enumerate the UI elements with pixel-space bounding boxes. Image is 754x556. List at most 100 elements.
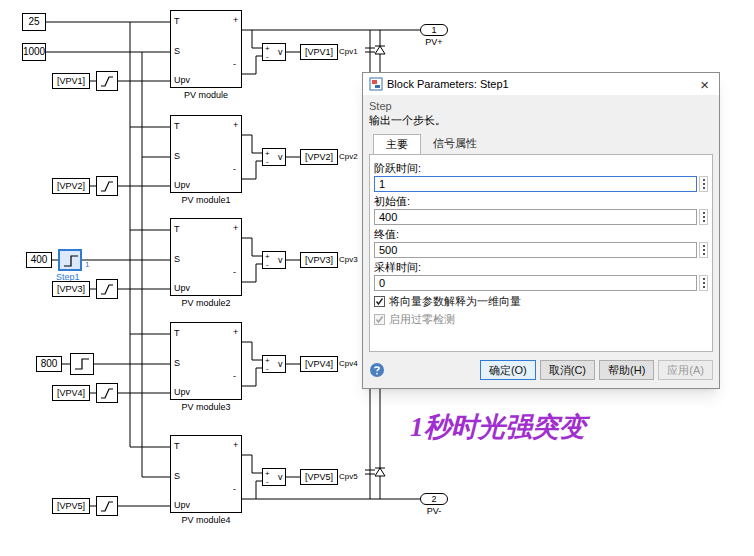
step-block[interactable] — [58, 249, 82, 271]
port-label: S — [174, 359, 180, 368]
port-label: T — [174, 122, 180, 131]
field-menu-icon[interactable] — [699, 209, 708, 225]
port-label: T — [174, 329, 180, 338]
output-label: - — [233, 372, 236, 381]
saturation-block[interactable] — [96, 383, 118, 403]
saturation-block[interactable] — [96, 496, 118, 516]
capacitor-label: Cpv2 — [339, 153, 358, 161]
module-label: PV module3 — [170, 403, 242, 412]
field-label: 终值: — [374, 227, 708, 242]
from-tag[interactable]: [VPV3] — [52, 281, 90, 297]
sensor-unit: v — [278, 48, 283, 57]
field-input[interactable]: 0 — [374, 275, 697, 291]
tab-bar: 主要信号属性 — [369, 134, 713, 154]
voltage-sensor[interactable]: +- v — [262, 355, 286, 373]
constant-block[interactable]: 25 — [22, 13, 46, 31]
constant-block[interactable]: 1000 — [22, 43, 46, 61]
dialog-button[interactable]: 应用(A) — [658, 360, 713, 380]
button-bar: 确定(O)取消(C)帮助(H)应用(A) — [363, 352, 719, 388]
output-label: - — [233, 485, 236, 494]
port-label: S — [174, 47, 180, 56]
from-tag[interactable]: [VPV2] — [52, 178, 90, 194]
voltage-sensor[interactable]: +-v — [262, 148, 286, 166]
pv-module[interactable]: TSUpv+- — [170, 435, 242, 513]
parameters-panel: 阶跃时间:1初始值:400终值:500采样时间:0将向量参数解释为一维向量启用过… — [369, 154, 713, 352]
field-row: 1 — [374, 176, 708, 192]
field-row: 500 — [374, 242, 708, 258]
saturation-block[interactable] — [96, 176, 118, 196]
saturation-icon — [97, 177, 117, 195]
dialog-button[interactable]: 帮助(H) — [599, 360, 654, 380]
block-type: Step — [369, 99, 713, 113]
saturation-icon — [97, 280, 117, 298]
constant-block[interactable]: 800 — [36, 356, 62, 372]
dialog-title: Block Parameters: Step1 — [387, 76, 692, 93]
field-menu-icon[interactable] — [699, 275, 708, 291]
dialog-button[interactable]: 确定(O) — [480, 360, 536, 380]
dialog-body: Step输出一个步长。主要信号属性阶跃时间:1初始值:400终值:500采样时间… — [363, 95, 719, 352]
outport[interactable]: 1 — [420, 24, 448, 36]
pv-module[interactable]: TSUpv+- — [170, 322, 242, 400]
output-label: - — [233, 165, 236, 174]
from-tag[interactable]: [VPV5] — [52, 498, 90, 514]
goto-tag[interactable]: [VPV3] — [300, 252, 338, 268]
checkbox[interactable] — [374, 314, 385, 325]
field-menu-icon[interactable] — [699, 242, 708, 258]
field-row: 0 — [374, 275, 708, 291]
goto-tag[interactable]: [VPV5] — [300, 469, 338, 485]
block-parameters-dialog[interactable]: Block Parameters: Step1×Step输出一个步长。主要信号属… — [362, 72, 720, 389]
port-label: Upv — [174, 76, 190, 85]
step-block[interactable] — [70, 353, 94, 375]
from-tag[interactable]: [VPV1] — [52, 73, 90, 89]
check-icon — [375, 315, 384, 324]
pv-module[interactable]: TSUpv+- — [170, 10, 242, 88]
field-input[interactable]: 500 — [374, 242, 697, 258]
saturation-block[interactable] — [96, 71, 118, 91]
title-bar[interactable]: Block Parameters: Step1 × — [363, 73, 719, 95]
sensor-sign: - — [266, 478, 269, 486]
saturation-icon — [97, 72, 117, 90]
from-tag[interactable]: [VPV4] — [52, 385, 90, 401]
outport[interactable]: 2 — [420, 493, 448, 505]
voltage-sensor[interactable]: +-v — [262, 251, 286, 269]
outport-label: PV- — [420, 507, 448, 516]
capacitor-label: Cpv3 — [339, 256, 358, 264]
saturation-icon — [97, 497, 117, 515]
annotation: 1秒时光强突变 — [410, 414, 586, 441]
sensor-sign: - — [266, 365, 269, 373]
capacitor-label: Cpv4 — [339, 360, 358, 368]
port-label: Upv — [174, 501, 190, 510]
checkbox-row[interactable]: 启用过零检测 — [374, 312, 708, 327]
goto-tag[interactable]: [VPV4] — [300, 356, 338, 372]
module-label: PV module — [170, 91, 242, 100]
goto-tag[interactable]: [VPV1] — [300, 44, 338, 60]
output-label: - — [233, 268, 236, 277]
constant-block[interactable]: 400 — [26, 252, 52, 268]
close-button[interactable]: × — [696, 77, 713, 92]
pv-module[interactable]: TSUpv+- — [170, 115, 242, 193]
step-icon — [73, 356, 91, 372]
checkbox-label: 启用过零检测 — [389, 312, 455, 327]
output-label: - — [233, 60, 236, 69]
field-row: 400 — [374, 209, 708, 225]
sensor-sign: + — [265, 357, 270, 365]
saturation-block[interactable] — [96, 279, 118, 299]
tab[interactable]: 信号属性 — [421, 134, 489, 154]
voltage-sensor[interactable]: +-v — [262, 43, 286, 61]
dialog-button[interactable]: 取消(C) — [540, 360, 595, 380]
field-input[interactable]: 400 — [374, 209, 697, 225]
module-label: PV module1 — [170, 196, 242, 205]
sensor-sign: - — [266, 261, 269, 269]
tab[interactable]: 主要 — [373, 134, 421, 154]
help-icon[interactable] — [369, 362, 385, 378]
port-label: T — [174, 17, 180, 26]
checkbox[interactable] — [374, 296, 385, 307]
checkbox-row[interactable]: 将向量参数解释为一维向量 — [374, 294, 708, 309]
field-label: 初始值: — [374, 194, 708, 209]
field-menu-icon[interactable] — [699, 176, 708, 192]
sensor-unit: v — [278, 360, 283, 369]
goto-tag[interactable]: [VPV2] — [300, 149, 338, 165]
voltage-sensor[interactable]: +-v — [262, 468, 286, 486]
pv-module[interactable]: TSUpv+- — [170, 218, 242, 296]
field-input[interactable]: 1 — [374, 176, 697, 192]
